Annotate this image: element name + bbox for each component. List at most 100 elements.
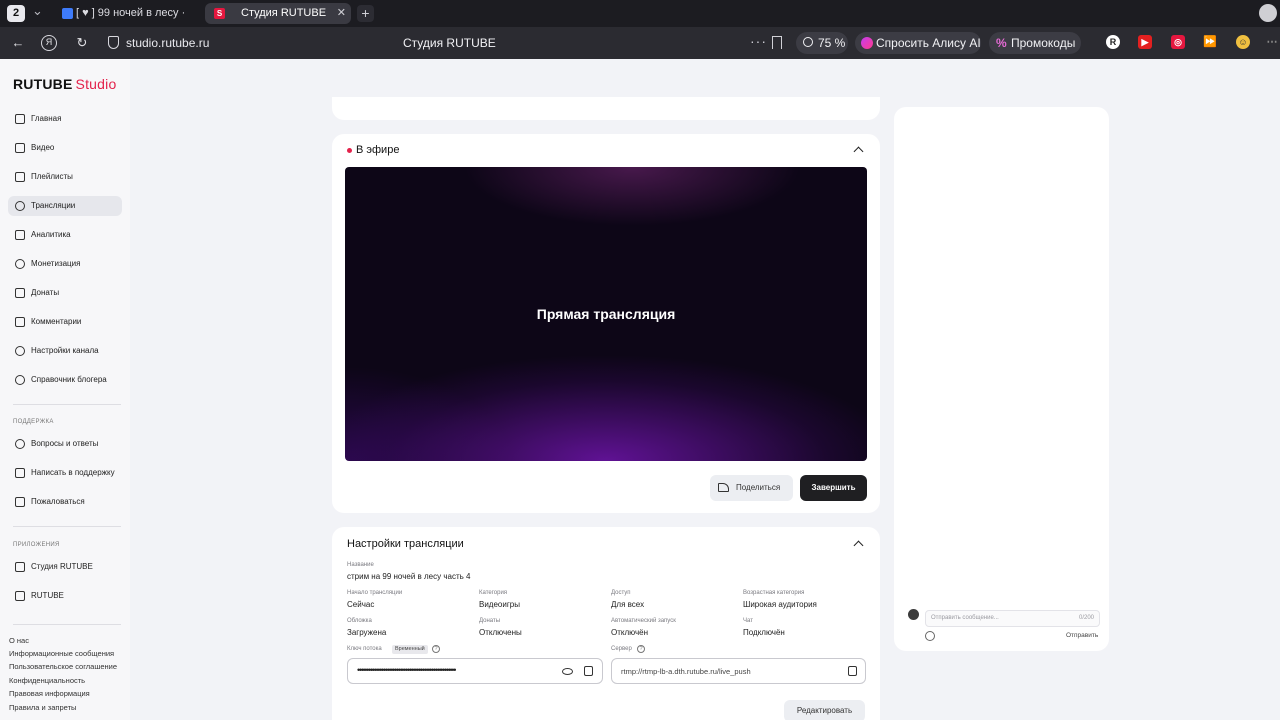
sidebar-divider xyxy=(13,624,121,625)
footer-link-privacy[interactable]: Конфиденциальность xyxy=(9,676,85,685)
footer-link-info-messages[interactable]: Информационные сообщения xyxy=(9,649,114,658)
broadcast-icon xyxy=(15,201,25,211)
bookmark-icon[interactable] xyxy=(772,36,782,49)
sidebar-item-playlists[interactable]: Плейлисты xyxy=(8,167,122,187)
rutube-studio-logo[interactable]: RUTUBE Studio xyxy=(13,76,116,92)
playlist-icon xyxy=(15,172,25,182)
yandex-icon[interactable]: Я xyxy=(41,35,57,51)
video-title: Прямая трансляция xyxy=(536,306,676,322)
new-tab-button[interactable]: + xyxy=(357,5,374,22)
tab-99-nights[interactable]: [ ♥ ] 99 ночей в лесу · xyxy=(56,3,196,24)
donations-label: Донаты xyxy=(479,618,501,624)
eye-icon[interactable] xyxy=(562,668,573,675)
sidebar-item-write-support[interactable]: Написать в поддержку xyxy=(8,463,122,483)
tab-label: Студия RUTUBE xyxy=(241,7,327,19)
percent-icon: % xyxy=(996,36,1007,50)
ask-alice-label: Спросить Алису AI xyxy=(876,36,981,50)
page-title: Студия RUTUBE xyxy=(403,36,496,50)
name-label: Название xyxy=(347,562,374,568)
sidebar-item-donations[interactable]: Донаты xyxy=(8,283,122,303)
tab-count-badge[interactable]: 2 xyxy=(7,5,25,22)
edit-button[interactable]: Редактировать xyxy=(784,700,865,720)
sidebar-item-report[interactable]: Пожаловаться xyxy=(8,492,122,512)
copy-icon[interactable] xyxy=(848,666,857,676)
sidebar-item-label: Справочник блогера xyxy=(31,375,107,384)
close-icon[interactable]: ✕ xyxy=(337,3,346,24)
previous-card xyxy=(332,97,880,120)
ruble-icon xyxy=(15,259,25,269)
help-icon[interactable]: ? xyxy=(637,645,645,653)
rutube-extension-icon[interactable]: R xyxy=(1106,35,1120,49)
access-label: Доступ xyxy=(611,590,631,596)
footer-link-rules[interactable]: Правила и запреты xyxy=(9,703,76,712)
autostart-value: Отключён xyxy=(611,628,649,637)
sidebar-item-label: Настройки канала xyxy=(31,346,99,355)
sidebar-item-channel-settings[interactable]: Настройки канала xyxy=(8,341,122,361)
sidebar-item-label: Аналитика xyxy=(31,230,71,239)
share-button[interactable]: Поделиться xyxy=(710,475,793,501)
sidebar-item-studio-app[interactable]: Студия RUTUBE xyxy=(8,557,122,577)
emoji-icon[interactable] xyxy=(925,631,935,641)
sidebar-item-video[interactable]: Видео xyxy=(8,138,122,158)
footer-link-about[interactable]: О нас xyxy=(9,636,29,645)
promocodes-button[interactable]: % Промокоды xyxy=(989,32,1081,54)
gear-icon xyxy=(15,346,25,356)
access-value: Для всех xyxy=(611,600,645,609)
comment-icon xyxy=(15,317,25,327)
help-icon[interactable]: ? xyxy=(432,645,440,653)
alice-icon xyxy=(861,37,873,49)
zoom-button[interactable]: 75 % xyxy=(796,32,848,54)
sidebar-item-faq[interactable]: Вопросы и ответы xyxy=(8,434,122,454)
sidebar-item-label: Главная xyxy=(31,114,62,123)
rutube-favicon-icon: S xyxy=(214,8,225,19)
sidebar-item-monetization[interactable]: Монетизация xyxy=(8,254,122,274)
profile-avatar[interactable] xyxy=(1259,4,1277,22)
sidebar-item-label: Трансляции xyxy=(31,201,76,210)
chevron-down-icon[interactable]: ⌄ xyxy=(32,3,43,19)
footer-link-user-agreement[interactable]: Пользовательское соглашение xyxy=(9,662,117,671)
page: RUTUBE Studio Главная Видео Плейлисты Тр… xyxy=(0,59,1280,720)
sidebar-item-label: Плейлисты xyxy=(31,172,73,181)
send-button[interactable]: Отправить xyxy=(1066,632,1098,639)
chat-value: Подключён xyxy=(743,628,785,637)
sidebar-item-label: Вопросы и ответы xyxy=(31,439,99,448)
stream-key-field[interactable]: ••••••••••••••••••••••••••••••••••••••••… xyxy=(347,658,603,684)
shield-icon[interactable] xyxy=(108,36,119,49)
age-category-value: Широкая аудитория xyxy=(743,600,817,609)
youtube-extension-icon[interactable]: ▶ xyxy=(1138,35,1152,49)
cover-label: Обложка xyxy=(347,618,372,624)
url-field[interactable]: studio.rutube.ru xyxy=(126,36,209,50)
studio-app-icon xyxy=(15,562,25,572)
end-broadcast-button[interactable]: Завершить xyxy=(800,475,867,501)
stream-key-label: Ключ потока xyxy=(347,646,382,652)
copy-icon[interactable] xyxy=(584,666,593,676)
sidebar-item-rutube-app[interactable]: RUTUBE xyxy=(8,586,122,606)
red-extension-icon[interactable]: ◎ xyxy=(1171,35,1185,49)
cover-value: Загружена xyxy=(347,628,387,637)
sidebar-item-comments[interactable]: Комментарии xyxy=(8,312,122,332)
reload-icon[interactable]: ↻ xyxy=(73,34,91,52)
sidebar-item-label: Комментарии xyxy=(31,317,82,326)
server-field[interactable]: rtmp://rtmp-lb-a.dth.rutube.ru/live_push xyxy=(611,658,866,684)
sidebar-item-label: Пожаловаться xyxy=(31,497,85,506)
back-arrow-icon[interactable]: ← xyxy=(9,34,27,52)
category-label: Категория xyxy=(479,590,508,596)
video-preview[interactable]: Прямая трансляция xyxy=(345,167,867,461)
ask-alice-button[interactable]: Спросить Алису AI xyxy=(855,32,981,54)
video-icon xyxy=(15,143,25,153)
logo-accent-text: Studio xyxy=(75,76,117,92)
menu-icon[interactable]: ⋯ xyxy=(1265,35,1279,49)
fast-forward-icon[interactable]: ⏩ xyxy=(1203,35,1217,49)
sidebar-item-broadcasts[interactable]: Трансляции xyxy=(8,196,122,216)
sidebar-item-blogger-guide[interactable]: Справочник блогера xyxy=(8,370,122,390)
more-dots-icon[interactable]: ··· xyxy=(750,33,767,49)
sidebar-item-home[interactable]: Главная xyxy=(8,109,122,129)
smiley-extension-icon[interactable]: ☺ xyxy=(1236,35,1250,49)
chat-message-input[interactable]: Отправить сообщение... 0/200 xyxy=(925,610,1100,627)
category-value: Видеоигры xyxy=(479,600,520,609)
footer-link-legal[interactable]: Правовая информация xyxy=(9,689,90,698)
tab-rutube-studio[interactable]: S Студия RUTUBE ✕ xyxy=(205,3,351,24)
sidebar-item-label: Написать в поддержку xyxy=(31,468,115,477)
mail-icon xyxy=(15,468,25,478)
sidebar-item-analytics[interactable]: Аналитика xyxy=(8,225,122,245)
